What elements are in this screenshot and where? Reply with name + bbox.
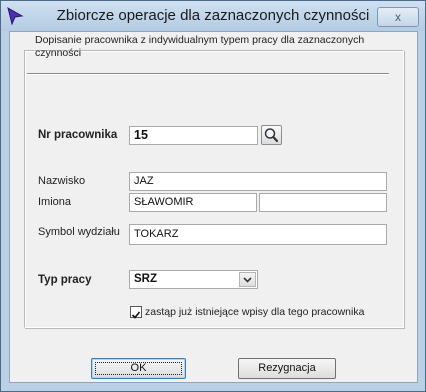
- dropdown-button[interactable]: [239, 272, 256, 287]
- chevron-down-icon: [243, 277, 252, 283]
- title-bar[interactable]: Zbiorcze operacje dla zaznaczonych czynn…: [1, 1, 425, 31]
- cancel-button[interactable]: Rezygnacja: [238, 358, 336, 379]
- first-name-field[interactable]: SŁAWOMIR: [129, 193, 257, 212]
- work-type-value: SRZ: [134, 273, 157, 285]
- ok-button-label: OK: [92, 359, 185, 378]
- checkmark-icon: [131, 311, 141, 319]
- second-name-field[interactable]: [259, 193, 387, 212]
- department-field[interactable]: TOKARZ: [129, 224, 387, 245]
- first-names-label: Imiona: [38, 196, 72, 208]
- close-button[interactable]: x: [377, 7, 419, 27]
- surname-field[interactable]: JAZ: [129, 172, 387, 191]
- ok-button[interactable]: OK: [91, 358, 186, 379]
- work-type-label: Typ pracy: [38, 274, 92, 286]
- surname-label: Nazwisko: [38, 175, 86, 187]
- separator-line: [27, 73, 389, 75]
- replace-checkbox[interactable]: [130, 306, 142, 319]
- description-text: Dopisanie pracownika z indywidualnym typ…: [35, 34, 365, 59]
- magnifier-icon: [264, 128, 279, 143]
- replace-checkbox-label[interactable]: zastąp już istniejące wpisy dla tego pra…: [145, 306, 364, 318]
- department-label: Symbol wydziału: [38, 226, 120, 238]
- search-employee-button[interactable]: [261, 125, 282, 145]
- work-type-select[interactable]: SRZ: [129, 270, 258, 289]
- window-title: Zbiorcze operacje dla zaznaczonych czynn…: [56, 7, 370, 24]
- employee-number-field[interactable]: 15: [129, 126, 258, 145]
- employee-number-label: Nr pracownika: [38, 129, 118, 141]
